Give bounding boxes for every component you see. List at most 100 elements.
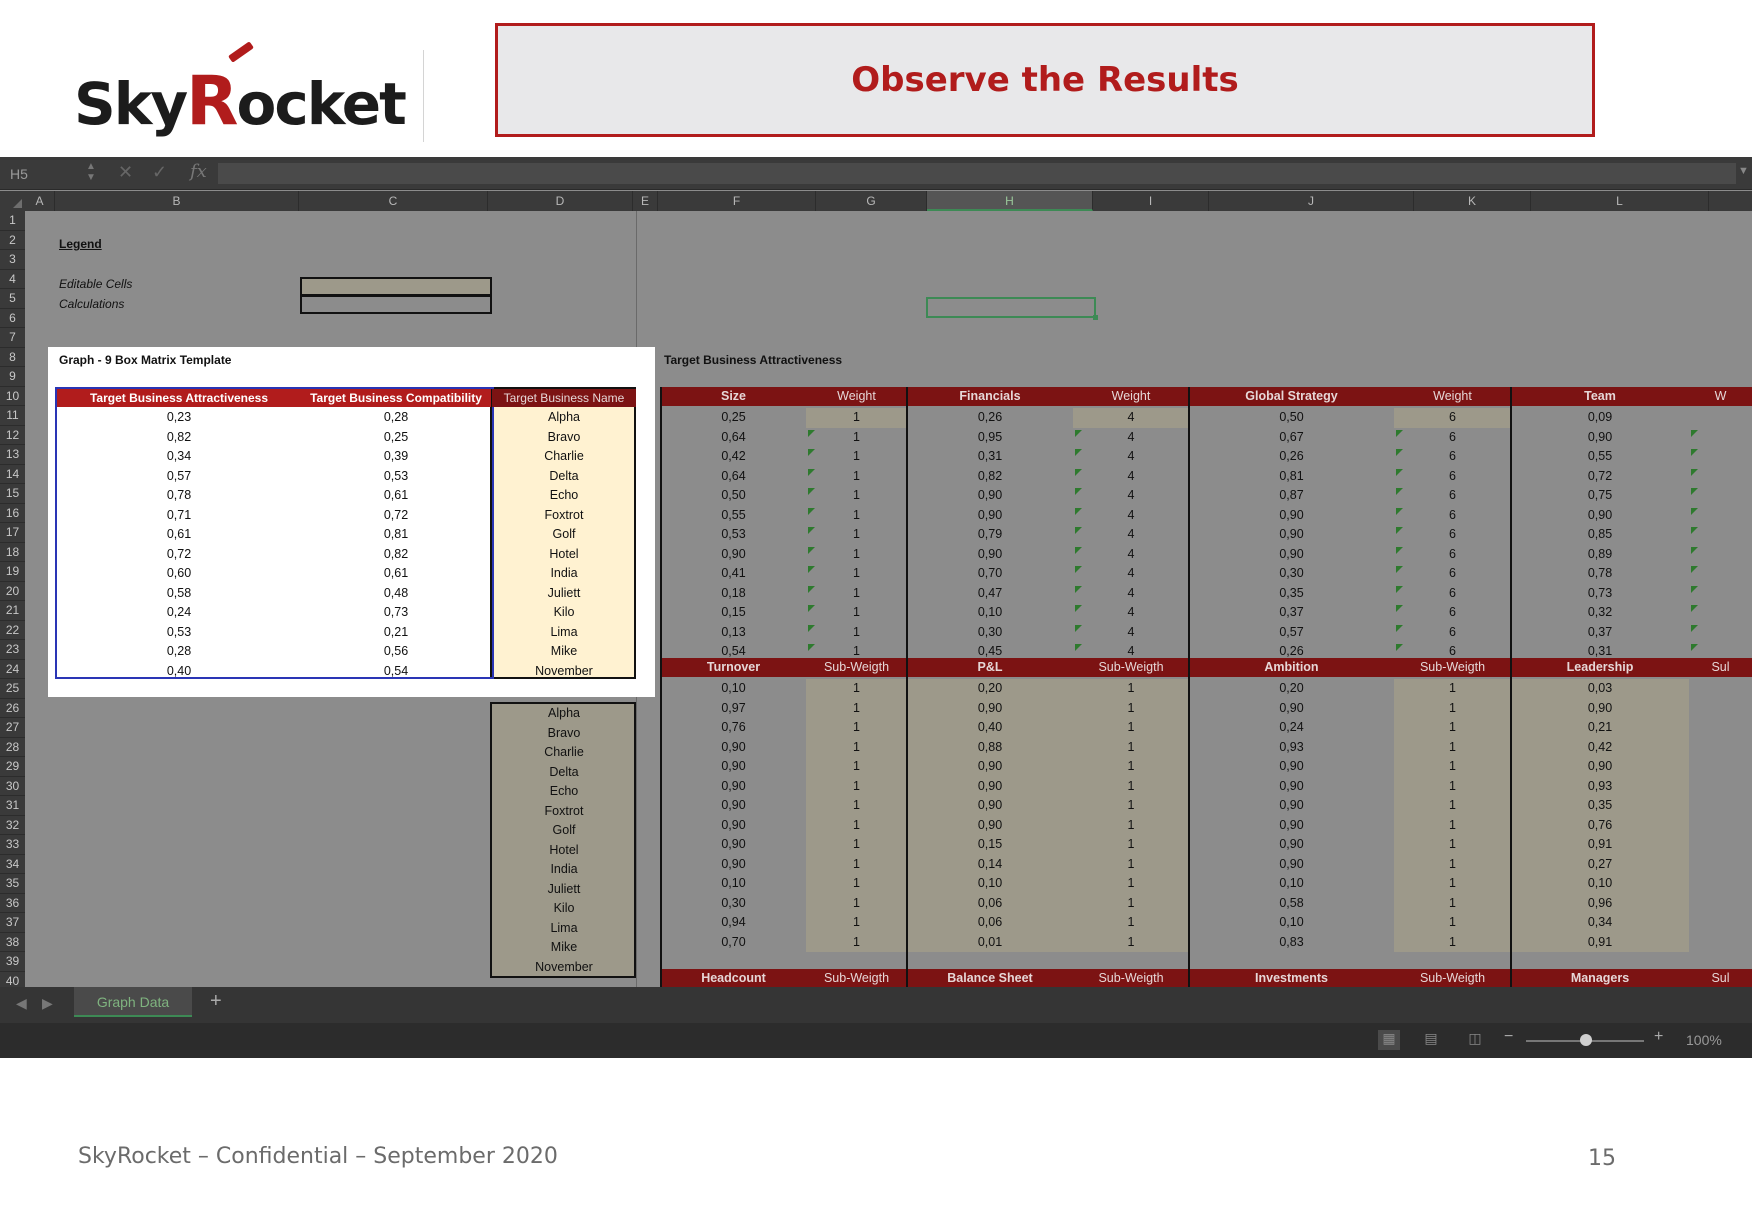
business-name-cell[interactable]: Delta (492, 763, 636, 783)
weight-cell[interactable]: 4 (1073, 447, 1189, 467)
zoom-out-button[interactable]: − (1504, 1028, 1513, 1046)
prev-sheet-icon[interactable]: ◀ (16, 995, 27, 1012)
attractiveness-cell[interactable]: 0,82 (57, 428, 301, 448)
row-header-18[interactable]: 18 (0, 543, 25, 562)
weight-cell[interactable]: 6 (1394, 603, 1511, 623)
business-name-cell[interactable]: India (492, 564, 636, 584)
score-cell[interactable]: 0,06 (907, 894, 1073, 914)
weight-cell[interactable]: 4 (1073, 623, 1189, 643)
column-header-g[interactable]: G (816, 191, 927, 211)
weight-cell[interactable]: 1 (1394, 699, 1511, 719)
weight-cell[interactable]: 1 (806, 467, 907, 487)
business-name-cell[interactable]: Alpha (492, 408, 636, 428)
score-cell[interactable]: 0,97 (661, 699, 806, 719)
weight-cell[interactable]: 1 (806, 525, 907, 545)
business-name-cell[interactable]: Alpha (492, 704, 636, 724)
score-cell[interactable]: 0,67 (1189, 428, 1394, 448)
score-cell[interactable]: 0,83 (1189, 933, 1394, 953)
score-cell[interactable]: 0,15 (661, 603, 806, 623)
compatibility-cell[interactable]: 0,21 (301, 623, 491, 643)
weight-cell[interactable]: 1 (806, 816, 907, 836)
weight-cell[interactable]: 1 (806, 564, 907, 584)
weight-cell[interactable]: 4 (1073, 545, 1189, 565)
score-cell[interactable]: 0,90 (661, 545, 806, 565)
business-name-cell[interactable]: Golf (492, 525, 636, 545)
business-name-cell[interactable]: Foxtrot (492, 506, 636, 526)
zoom-level[interactable]: 100% (1686, 1032, 1722, 1048)
weight-cell[interactable]: 4 (1073, 486, 1189, 506)
score-cell[interactable]: 0,35 (1189, 584, 1394, 604)
weight-cell[interactable]: 1 (1073, 718, 1189, 738)
weight-cell[interactable]: 1 (806, 777, 907, 797)
score-cell[interactable]: 0,09 (1511, 408, 1689, 428)
weight-cell[interactable]: 1 (806, 506, 907, 526)
attractiveness-cell[interactable]: 0,72 (57, 545, 301, 565)
score-cell[interactable]: 0,90 (907, 545, 1073, 565)
score-cell[interactable]: 0,53 (661, 525, 806, 545)
score-cell[interactable]: 0,55 (661, 506, 806, 526)
row-header-21[interactable]: 21 (0, 601, 25, 621)
business-name-cell[interactable]: Lima (492, 623, 636, 643)
score-cell[interactable]: 0,64 (661, 467, 806, 487)
business-name-cell[interactable]: Bravo (492, 724, 636, 744)
row-header-20[interactable]: 20 (0, 582, 25, 601)
column-header-d[interactable]: D (488, 191, 633, 211)
row-header-34[interactable]: 34 (0, 855, 25, 874)
business-name-cell[interactable]: Bravo (492, 428, 636, 448)
score-cell[interactable]: 0,90 (1189, 796, 1394, 816)
column-header-b[interactable]: B (55, 191, 299, 211)
attractiveness-cell[interactable]: 0,53 (57, 623, 301, 643)
weight-cell[interactable]: 1 (806, 584, 907, 604)
row-header-13[interactable]: 13 (0, 445, 25, 465)
score-cell[interactable]: 0,90 (1511, 757, 1689, 777)
attractiveness-cell[interactable]: 0,61 (57, 525, 301, 545)
score-cell[interactable]: 0,32 (1511, 603, 1689, 623)
page-layout-view-icon[interactable]: ▤ (1420, 1030, 1442, 1050)
business-name-cell[interactable]: Hotel (492, 545, 636, 565)
row-header-29[interactable]: 29 (0, 757, 25, 777)
row-header-25[interactable]: 25 (0, 679, 25, 699)
score-cell[interactable]: 0,90 (907, 777, 1073, 797)
score-cell[interactable]: 0,70 (661, 933, 806, 953)
worksheet-grid[interactable]: Legend Editable Cells Calculations Graph… (25, 211, 1752, 987)
score-cell[interactable]: 0,91 (1511, 933, 1689, 953)
compatibility-cell[interactable]: 0,53 (301, 467, 491, 487)
score-cell[interactable]: 0,06 (907, 913, 1073, 933)
compatibility-cell[interactable]: 0,25 (301, 428, 491, 448)
weight-cell[interactable]: 1 (1394, 855, 1511, 875)
weight-cell[interactable]: 1 (1394, 913, 1511, 933)
weight-cell[interactable]: 4 (1073, 564, 1189, 584)
score-cell[interactable]: 0,82 (907, 467, 1073, 487)
weight-cell[interactable]: 1 (806, 545, 907, 565)
weight-cell[interactable]: 1 (1073, 894, 1189, 914)
business-name-cell[interactable]: India (492, 860, 636, 880)
score-cell[interactable]: 0,10 (661, 874, 806, 894)
compatibility-cell[interactable]: 0,61 (301, 486, 491, 506)
weight-cell[interactable]: 1 (1073, 699, 1189, 719)
score-cell[interactable]: 0,90 (1189, 835, 1394, 855)
score-cell[interactable]: 0,37 (1189, 603, 1394, 623)
score-cell[interactable]: 0,76 (1511, 816, 1689, 836)
score-cell[interactable]: 0,95 (907, 428, 1073, 448)
score-cell[interactable]: 0,90 (1511, 699, 1689, 719)
attractiveness-cell[interactable]: 0,34 (57, 447, 301, 467)
score-cell[interactable]: 0,90 (1189, 525, 1394, 545)
score-cell[interactable]: 0,42 (661, 447, 806, 467)
weight-cell[interactable]: 6 (1394, 623, 1511, 643)
score-cell[interactable]: 0,89 (1511, 545, 1689, 565)
row-header-24[interactable]: 24 (0, 660, 25, 679)
score-cell[interactable]: 0,78 (1511, 564, 1689, 584)
weight-cell[interactable]: 1 (1073, 913, 1189, 933)
weight-cell[interactable]: 1 (806, 699, 907, 719)
attractiveness-cell[interactable]: 0,40 (57, 662, 301, 682)
weight-cell[interactable]: 1 (1394, 933, 1511, 953)
row-header-15[interactable]: 15 (0, 484, 25, 504)
weight-cell[interactable]: 1 (806, 894, 907, 914)
score-cell[interactable]: 0,15 (907, 835, 1073, 855)
score-cell[interactable]: 0,90 (1189, 777, 1394, 797)
business-name-cell[interactable]: Delta (492, 467, 636, 487)
row-header-37[interactable]: 37 (0, 913, 25, 933)
compatibility-cell[interactable]: 0,61 (301, 564, 491, 584)
weight-cell[interactable]: 1 (1073, 679, 1189, 699)
weight-cell[interactable]: 1 (1073, 835, 1189, 855)
